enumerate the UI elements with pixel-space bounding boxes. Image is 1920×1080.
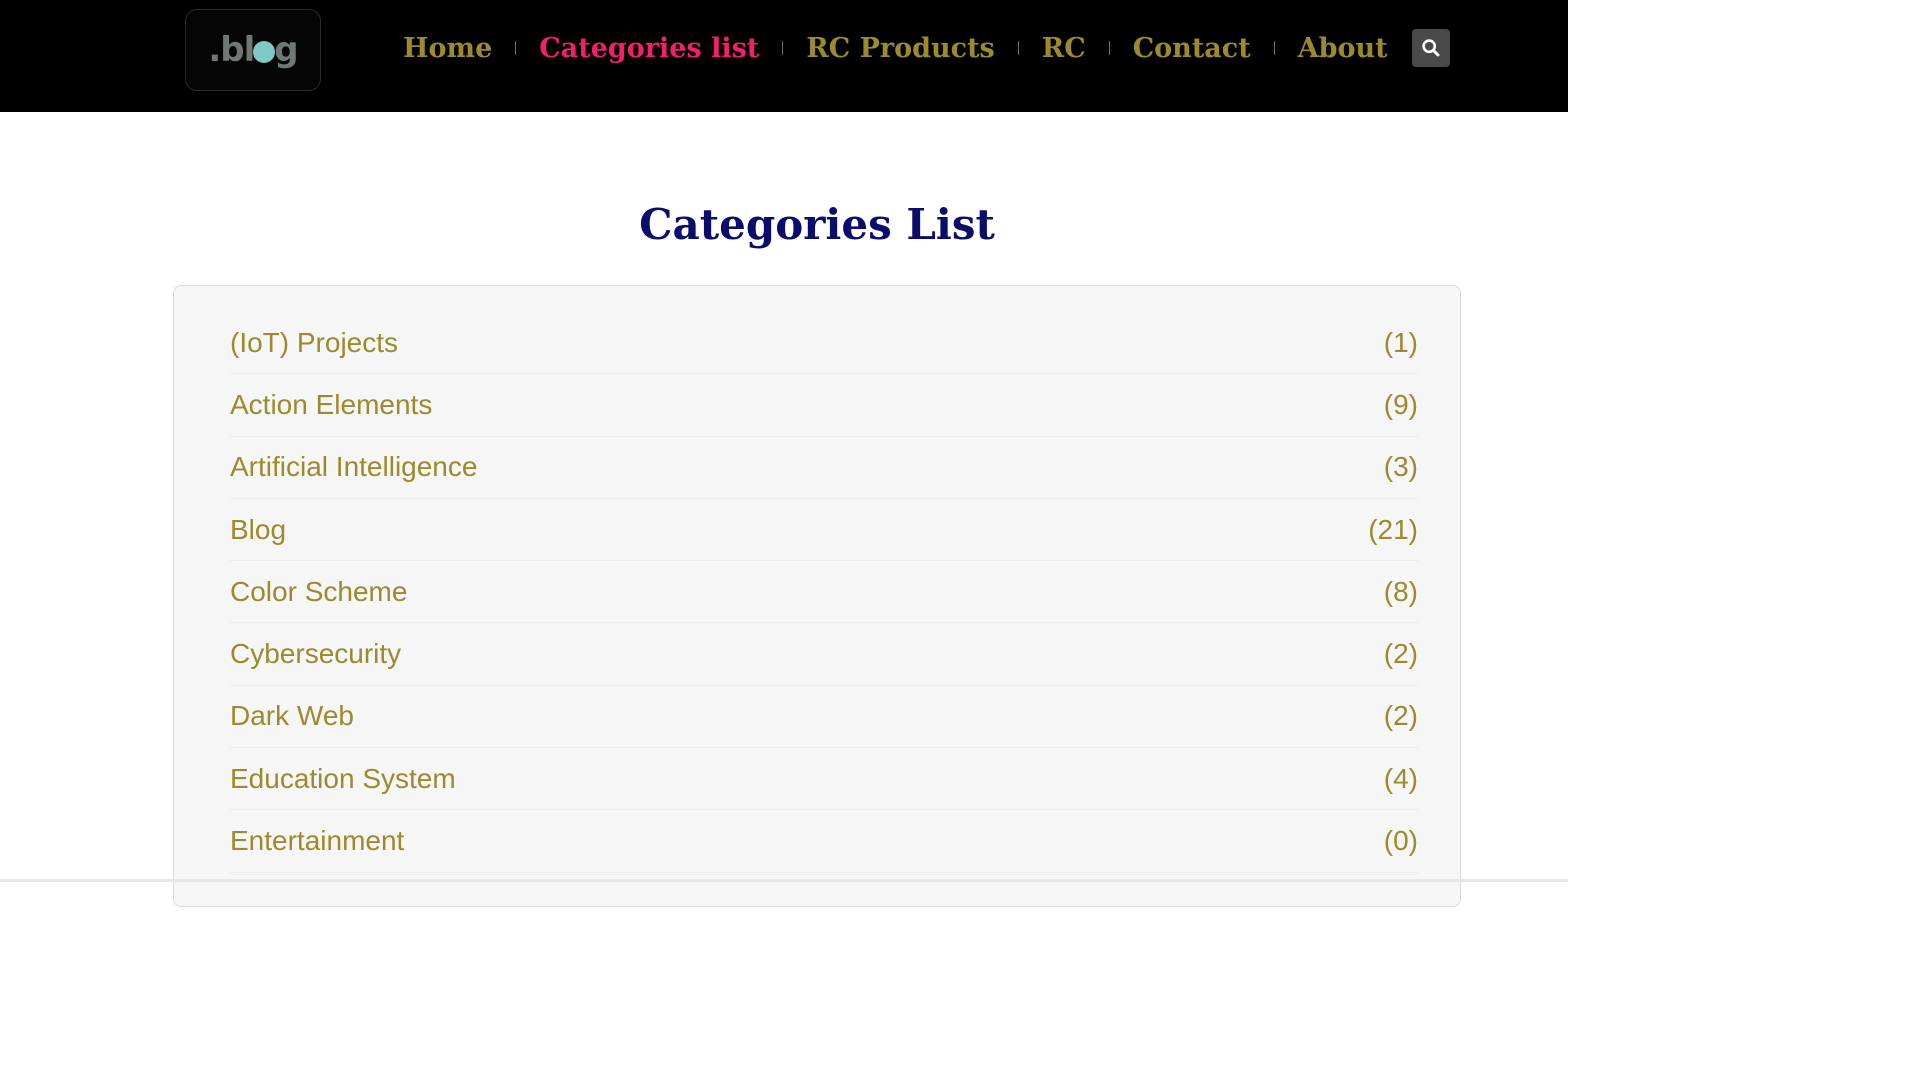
categories-list: (IoT) Projects (1) Action Elements (9) A… xyxy=(230,312,1418,873)
nav-item-home[interactable]: Home xyxy=(403,33,492,64)
category-name: Entertainment xyxy=(230,825,405,857)
category-count: (0) xyxy=(1383,825,1418,857)
nav-separator xyxy=(782,41,784,55)
logo-circle-icon xyxy=(253,41,276,63)
logo-text: .bl g xyxy=(208,30,298,70)
category-item[interactable]: Entertainment (0) xyxy=(230,810,1418,873)
category-count: (4) xyxy=(1383,762,1418,794)
category-name: Blog xyxy=(230,513,287,545)
nav-separator xyxy=(1017,41,1019,55)
category-item[interactable]: Color Scheme (8) xyxy=(230,561,1418,624)
category-item[interactable]: Cybersecurity (2) xyxy=(230,623,1418,686)
nav-item-about[interactable]: About xyxy=(1298,33,1388,64)
nav-separator xyxy=(1273,41,1275,55)
category-item[interactable]: Education System (4) xyxy=(230,748,1418,811)
blog-logo[interactable]: .bl g xyxy=(185,9,321,91)
top-navigation-bar: .bl g Home Categories list RC Products RC… xyxy=(0,0,1568,112)
nav-separator xyxy=(1108,41,1110,55)
nav-item-rc[interactable]: RC xyxy=(1042,33,1086,64)
category-name: Action Elements xyxy=(230,388,433,420)
category-count: (2) xyxy=(1383,638,1418,670)
nav-item-rc-products[interactable]: RC Products xyxy=(806,33,995,64)
category-name: Artificial Intelligence xyxy=(230,451,478,483)
category-count: (8) xyxy=(1383,575,1418,607)
category-count: (3) xyxy=(1383,451,1418,483)
category-name: Education System xyxy=(230,762,456,794)
category-name: Cybersecurity xyxy=(230,638,402,670)
page-title: Categories List xyxy=(639,200,995,249)
category-count: (21) xyxy=(1368,513,1418,545)
category-item[interactable]: Blog (21) xyxy=(230,499,1418,562)
category-name: Dark Web xyxy=(230,700,354,732)
category-count: (9) xyxy=(1383,388,1418,420)
category-item[interactable]: Action Elements (9) xyxy=(230,374,1418,437)
search-button[interactable] xyxy=(1412,29,1450,67)
category-item[interactable]: (IoT) Projects (1) xyxy=(230,312,1418,375)
category-count: (2) xyxy=(1383,700,1418,732)
category-name: Color Scheme xyxy=(230,575,408,607)
category-count: (1) xyxy=(1383,326,1418,358)
viewport-bottom-divider xyxy=(0,879,1568,882)
nav-item-contact[interactable]: Contact xyxy=(1133,33,1251,64)
nav-separator xyxy=(515,41,517,55)
category-name: (IoT) Projects xyxy=(230,326,399,358)
category-item[interactable]: Artificial Intelligence (3) xyxy=(230,437,1418,499)
main-nav: Home Categories list RC Products RC Cont… xyxy=(403,28,1388,68)
search-icon xyxy=(1422,39,1440,57)
category-item[interactable]: Dark Web (2) xyxy=(230,686,1418,749)
nav-item-categories-list[interactable]: Categories list xyxy=(539,33,759,64)
